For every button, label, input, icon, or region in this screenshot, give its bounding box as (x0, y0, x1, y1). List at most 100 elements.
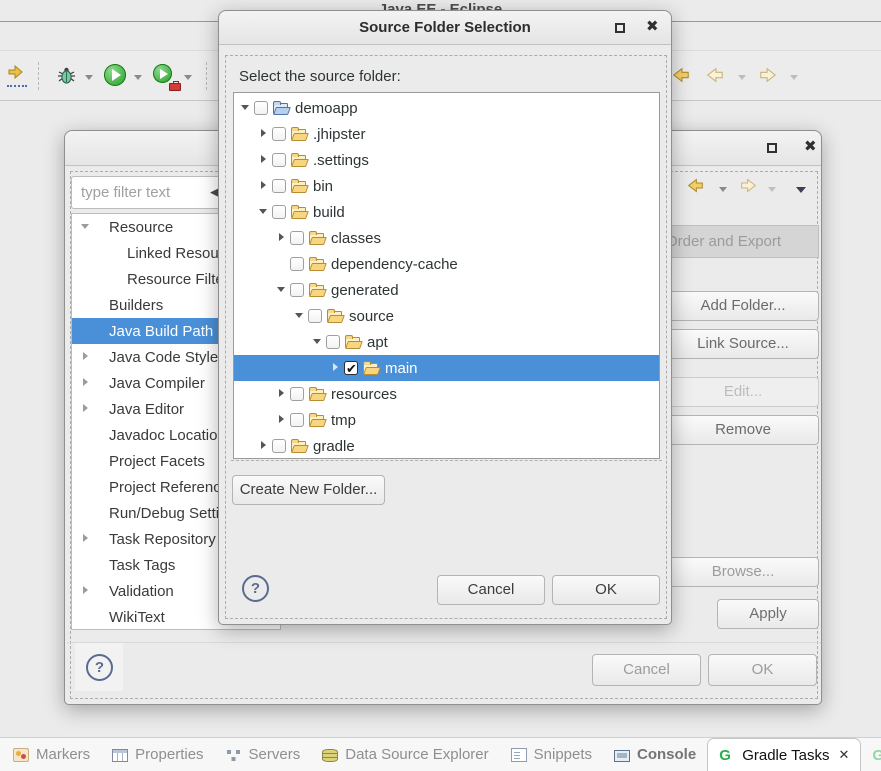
view-tab[interactable]: Data Source Explorer ✕ (311, 738, 499, 771)
tab-close-icon[interactable]: ✕ (838, 747, 849, 763)
expand-arrow-icon[interactable] (80, 500, 91, 526)
tree-item[interactable]: dependency-cache (234, 251, 659, 277)
tree-item[interactable]: .settings (234, 147, 659, 173)
back-arrow-icon[interactable] (672, 67, 690, 88)
expand-arrow-icon[interactable] (276, 407, 287, 433)
filter-input[interactable] (71, 176, 233, 209)
expand-arrow-icon[interactable] (276, 277, 287, 303)
tree-item[interactable]: build (234, 199, 659, 225)
expand-arrow-icon[interactable] (276, 251, 287, 277)
tree-item[interactable]: bin (234, 173, 659, 199)
forward-arrow-icon[interactable] (740, 178, 757, 198)
expand-arrow-icon[interactable] (80, 344, 91, 370)
checkbox[interactable] (272, 439, 286, 453)
cancel-button[interactable]: Cancel (592, 654, 701, 686)
ok-button[interactable]: OK (552, 575, 660, 605)
run-dropdown-icon[interactable] (134, 75, 142, 80)
checkbox[interactable] (272, 179, 286, 193)
forward-dropdown-icon[interactable] (790, 75, 798, 80)
checkbox[interactable] (272, 153, 286, 167)
expand-arrow-icon[interactable] (80, 318, 91, 344)
maximize-icon[interactable] (767, 143, 777, 153)
expand-arrow-icon[interactable] (258, 433, 269, 459)
view-tab[interactable]: Snippets ✕ (500, 738, 603, 771)
expand-arrow-icon[interactable] (80, 370, 91, 396)
checkbox[interactable] (290, 231, 304, 245)
checkbox[interactable] (272, 127, 286, 141)
close-icon[interactable]: ✖ (646, 17, 659, 35)
checkbox[interactable] (308, 309, 322, 323)
help-icon[interactable]: ? (242, 575, 269, 602)
create-new-folder-button[interactable]: Create New Folder... (232, 475, 385, 505)
expand-arrow-icon[interactable] (258, 173, 269, 199)
forward-dropdown-icon[interactable] (768, 187, 776, 192)
external-tools-dropdown-icon[interactable] (184, 75, 192, 80)
expand-arrow-icon[interactable] (312, 329, 323, 355)
tree-item[interactable]: generated (234, 277, 659, 303)
view-tab[interactable]: Markers ✕ (2, 738, 101, 771)
expand-arrow-icon[interactable] (80, 448, 91, 474)
expand-arrow-icon[interactable] (330, 355, 341, 381)
checkbox[interactable] (290, 283, 304, 297)
tree-item[interactable]: .jhipster (234, 121, 659, 147)
debug-dropdown-icon[interactable] (85, 75, 93, 80)
expand-arrow-icon[interactable] (276, 381, 287, 407)
tree-item[interactable]: tmp (234, 407, 659, 433)
tree-item[interactable]: gradle (234, 433, 659, 459)
expand-arrow-icon[interactable] (80, 240, 91, 266)
view-tab[interactable]: Properties ✕ (101, 738, 214, 771)
tree-item[interactable]: main (234, 355, 659, 381)
expand-arrow-icon[interactable] (80, 266, 91, 292)
expand-arrow-icon[interactable] (80, 552, 91, 578)
maximize-icon[interactable] (615, 23, 625, 33)
tree-item[interactable]: source (234, 303, 659, 329)
navigation-arrows-icon[interactable] (7, 65, 27, 87)
checkbox[interactable] (344, 361, 358, 375)
expand-arrow-icon[interactable] (294, 303, 305, 329)
expand-arrow-icon[interactable] (258, 199, 269, 225)
checkbox[interactable] (272, 205, 286, 219)
checkbox[interactable] (254, 101, 268, 115)
expand-arrow-icon[interactable] (80, 292, 91, 318)
cancel-button[interactable]: Cancel (437, 575, 545, 605)
run-icon[interactable] (104, 64, 126, 86)
add-folder-button[interactable]: Add Folder... (667, 291, 819, 321)
ok-button[interactable]: OK (708, 654, 817, 686)
view-menu-icon[interactable] (796, 187, 806, 193)
view-tab[interactable]: Gradle Executions ✕ (861, 738, 881, 771)
expand-arrow-icon[interactable] (80, 604, 91, 630)
tree-item[interactable]: apt (234, 329, 659, 355)
expand-arrow-icon[interactable] (80, 526, 91, 552)
tree-item[interactable]: demoapp (234, 95, 659, 121)
checkbox[interactable] (290, 387, 304, 401)
checkbox[interactable] (290, 257, 304, 271)
expand-arrow-icon[interactable] (80, 396, 91, 422)
expand-arrow-icon[interactable] (80, 578, 91, 604)
close-icon[interactable]: ✖ (804, 137, 817, 155)
checkbox[interactable] (290, 413, 304, 427)
apply-button[interactable]: Apply (717, 599, 819, 629)
expand-arrow-icon[interactable] (276, 225, 287, 251)
debug-icon[interactable] (56, 65, 77, 91)
back-arrow-icon[interactable] (706, 67, 724, 88)
view-tab[interactable]: Servers ✕ (215, 738, 312, 771)
back-arrow-icon[interactable] (687, 178, 704, 198)
back-dropdown-icon[interactable] (738, 75, 746, 80)
tree-item[interactable]: classes (234, 225, 659, 251)
view-tab[interactable]: Gradle Tasks ✕ (707, 738, 861, 771)
expand-arrow-icon[interactable] (240, 95, 251, 121)
expand-arrow-icon[interactable] (258, 147, 269, 173)
expand-arrow-icon[interactable] (80, 214, 91, 240)
checkbox[interactable] (326, 335, 340, 349)
expand-arrow-icon[interactable] (80, 422, 91, 448)
remove-button[interactable]: Remove (667, 415, 819, 445)
expand-arrow-icon[interactable] (258, 121, 269, 147)
view-tab[interactable]: Console ✕ (603, 738, 707, 771)
forward-arrow-icon[interactable] (759, 67, 777, 88)
external-tools-icon[interactable] (153, 64, 177, 88)
help-icon[interactable]: ? (86, 654, 113, 681)
tree-item[interactable]: resources (234, 381, 659, 407)
expand-arrow-icon[interactable] (80, 474, 91, 500)
back-dropdown-icon[interactable] (719, 187, 727, 192)
browse-button[interactable]: Browse... (667, 557, 819, 587)
